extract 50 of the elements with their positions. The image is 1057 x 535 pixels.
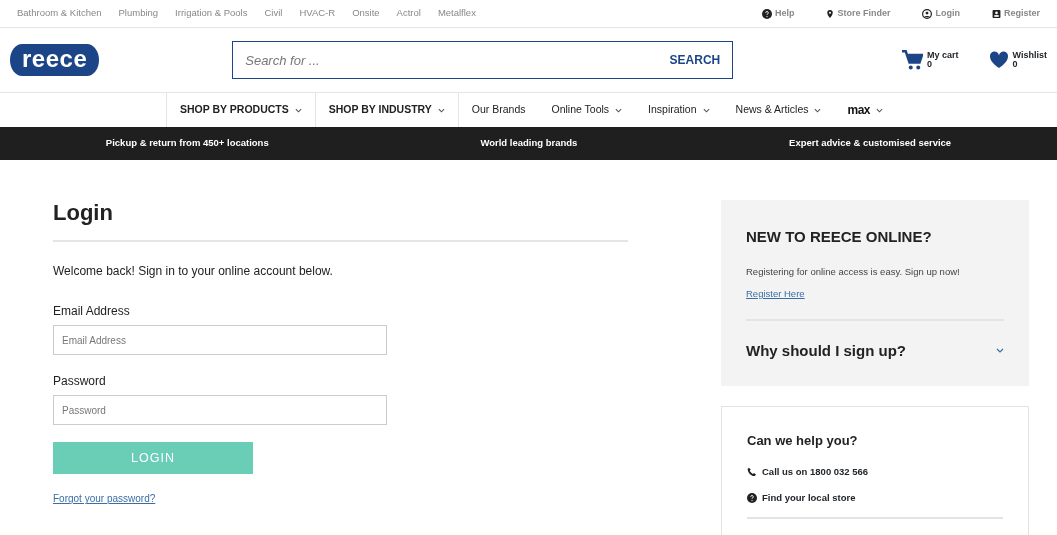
promo-text: World leading brands — [480, 137, 578, 149]
utility-link[interactable]: Store Finder — [826, 6, 891, 21]
help-icon — [761, 8, 772, 19]
utility-link[interactable]: Help — [761, 6, 795, 21]
accordion-header[interactable]: Why should I sign up? — [746, 319, 1004, 381]
register-link[interactable]: Register Here — [746, 286, 805, 301]
nav-item[interactable]: News & Articles — [722, 93, 835, 127]
field-label: Password — [53, 373, 107, 391]
site-link[interactable]: HVAC-R — [299, 6, 336, 21]
site-link[interactable]: Bathroom & Kitchen — [17, 6, 102, 21]
user-icon — [922, 8, 933, 19]
site-link[interactable]: Onsite — [352, 6, 380, 21]
nav-item[interactable]: max — [834, 93, 896, 127]
panel-title: Can we help you? — [747, 432, 859, 450]
site-link[interactable]: Metalflex — [437, 6, 476, 21]
id-card-icon — [992, 8, 1001, 19]
nav-item[interactable]: Our Brands — [458, 93, 539, 127]
help-icon — [747, 492, 757, 503]
panel-title: NEW TO REECE ONLINE? — [746, 227, 933, 247]
utility-link[interactable]: Register — [992, 6, 1040, 21]
intro-text: Welcome back! Sign in to your online account below. — [53, 263, 334, 281]
search-field[interactable]: Search for ... SEARCH — [232, 41, 734, 79]
store-locator-link[interactable]: Find your local store — [747, 490, 856, 505]
forgot-password-link[interactable]: Forgot your password? — [53, 491, 156, 507]
panel-text: Registering for online access is easy. Sign up now! — [746, 264, 961, 279]
cart-icon — [901, 50, 924, 70]
phone-icon — [747, 466, 757, 477]
wishlist-count: 0 — [1012, 60, 1019, 69]
promo-text: Expert advice & customised service — [789, 137, 952, 149]
input-field[interactable]: Password — [53, 395, 387, 426]
site-link[interactable]: Actrol — [396, 6, 421, 21]
site-link[interactable]: Irrigation & Pools — [175, 6, 248, 21]
site-link[interactable]: Civil — [264, 6, 283, 21]
wishlist-label[interactable]: Wishlist — [1012, 51, 1047, 60]
cart-label[interactable]: My cart — [927, 51, 959, 60]
phone-number-link[interactable]: Call us on 1800 032 566 — [747, 464, 869, 479]
page-title: Login — [53, 200, 114, 227]
nav-item[interactable]: Online Tools — [538, 93, 636, 127]
search-button[interactable]: SEARCH — [657, 51, 733, 69]
utility-link[interactable]: Login — [922, 6, 960, 21]
cart-count: 0 — [927, 60, 933, 69]
input-field[interactable]: Email Address — [53, 325, 387, 356]
nav-item[interactable]: Inspiration — [635, 93, 723, 127]
site-link[interactable]: Plumbing — [118, 6, 159, 21]
field-label: Email Address — [53, 303, 131, 321]
max-logo: max — [847, 102, 870, 119]
location-pin-icon — [826, 8, 835, 19]
promo-text: Pickup & return from 450+ locations — [105, 137, 269, 149]
heart-icon — [988, 51, 1009, 69]
logo[interactable]: reece — [10, 43, 100, 77]
